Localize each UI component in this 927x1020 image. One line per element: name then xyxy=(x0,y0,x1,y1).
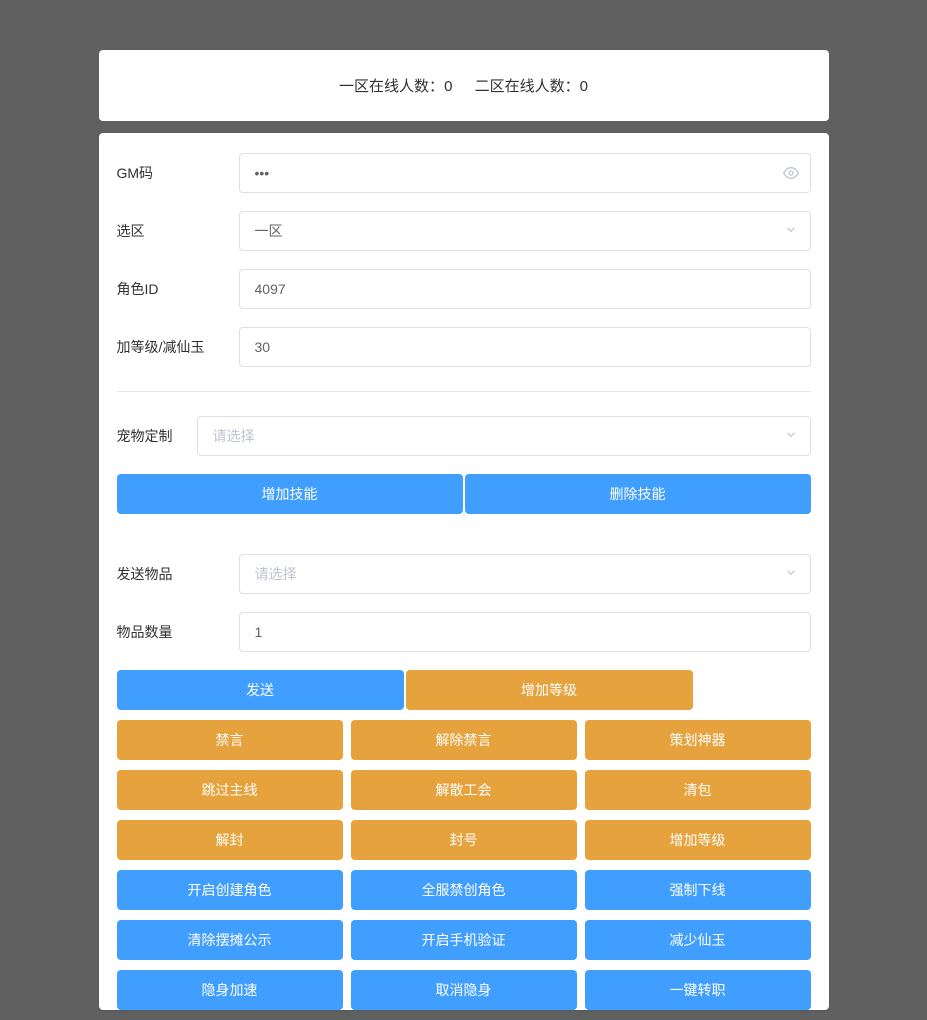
send-item-label: 发送物品 xyxy=(117,564,239,584)
blue-row-2: 清除摆摊公示 开启手机验证 减少仙玉 xyxy=(117,920,811,960)
item-qty-label: 物品数量 xyxy=(117,622,239,642)
pet-custom-label: 宠物定制 xyxy=(117,426,197,446)
send-item-select[interactable]: 请选择 xyxy=(239,554,811,594)
eye-icon[interactable] xyxy=(783,165,799,181)
chevron-down-icon xyxy=(784,428,798,445)
gm-code-label: GM码 xyxy=(117,163,239,183)
one-click-transfer-button[interactable]: 一键转职 xyxy=(585,970,811,1010)
planner-artifact-button[interactable]: 策划神器 xyxy=(585,720,811,760)
role-id-input[interactable] xyxy=(239,269,811,309)
add-skill-button[interactable]: 增加技能 xyxy=(117,474,463,514)
zone-select[interactable]: 一区 xyxy=(239,211,811,251)
mute-button[interactable]: 禁言 xyxy=(117,720,343,760)
enable-create-role-button[interactable]: 开启创建角色 xyxy=(117,870,343,910)
blue-row-1: 开启创建角色 全服禁创角色 强制下线 xyxy=(117,870,811,910)
zone1-label: 一区在线人数： xyxy=(339,75,444,96)
disable-create-role-button[interactable]: 全服禁创角色 xyxy=(351,870,577,910)
orange-row-3: 解封 封号 增加等级 xyxy=(117,820,811,860)
chevron-down-icon xyxy=(784,223,798,240)
skill-button-row: 增加技能 删除技能 xyxy=(117,474,811,514)
clear-stall-button[interactable]: 清除摆摊公示 xyxy=(117,920,343,960)
orange-row-1: 禁言 解除禁言 策划神器 xyxy=(117,720,811,760)
zone1-count: 0 xyxy=(444,78,452,95)
unban-button[interactable]: 解封 xyxy=(117,820,343,860)
disband-guild-button[interactable]: 解散工会 xyxy=(351,770,577,810)
reduce-jade-button[interactable]: 减少仙玉 xyxy=(585,920,811,960)
unmute-button[interactable]: 解除禁言 xyxy=(351,720,577,760)
zone2-label: 二区在线人数： xyxy=(475,75,580,96)
zone-select-value: 一区 xyxy=(255,221,283,241)
level-jade-row: 加等级/减仙玉 xyxy=(117,327,811,367)
chevron-down-icon xyxy=(784,566,798,583)
stealth-speed-button[interactable]: 隐身加速 xyxy=(117,970,343,1010)
add-level2-button[interactable]: 增加等级 xyxy=(585,820,811,860)
level-jade-input[interactable] xyxy=(239,327,811,367)
item-qty-row: 物品数量 xyxy=(117,612,811,652)
cancel-stealth-button[interactable]: 取消隐身 xyxy=(351,970,577,1010)
ban-button[interactable]: 封号 xyxy=(351,820,577,860)
force-offline-button[interactable]: 强制下线 xyxy=(585,870,811,910)
gm-code-row: GM码 xyxy=(117,153,811,193)
skip-main-button[interactable]: 跳过主线 xyxy=(117,770,343,810)
role-id-row: 角色ID xyxy=(117,269,811,309)
main-panel: GM码 选区 一区 角色ID 加等级 xyxy=(99,133,829,1010)
pet-custom-row: 宠物定制 请选择 xyxy=(117,416,811,456)
zone-select-row: 选区 一区 xyxy=(117,211,811,251)
send-item-row: 发送物品 请选择 xyxy=(117,554,811,594)
send-item-placeholder: 请选择 xyxy=(255,564,297,584)
send-button[interactable]: 发送 xyxy=(117,670,404,710)
add-level-button[interactable]: 增加等级 xyxy=(406,670,693,710)
pet-custom-placeholder: 请选择 xyxy=(213,426,255,446)
enable-phone-verify-button[interactable]: 开启手机验证 xyxy=(351,920,577,960)
gm-code-input[interactable] xyxy=(239,153,811,193)
level-jade-label: 加等级/减仙玉 xyxy=(117,337,239,357)
send-level-row: 发送 增加等级 xyxy=(117,670,693,710)
blue-row-3: 隐身加速 取消隐身 一键转职 xyxy=(117,970,811,1010)
zone2-count: 0 xyxy=(580,78,588,95)
zone-select-label: 选区 xyxy=(117,221,239,241)
header-status: 一区在线人数：0 二区在线人数：0 xyxy=(99,50,829,121)
orange-row-2: 跳过主线 解散工会 清包 xyxy=(117,770,811,810)
role-id-label: 角色ID xyxy=(117,279,239,299)
pet-custom-select[interactable]: 请选择 xyxy=(197,416,811,456)
item-qty-input[interactable] xyxy=(239,612,811,652)
divider xyxy=(117,391,811,392)
del-skill-button[interactable]: 删除技能 xyxy=(465,474,811,514)
clear-bag-button[interactable]: 清包 xyxy=(585,770,811,810)
